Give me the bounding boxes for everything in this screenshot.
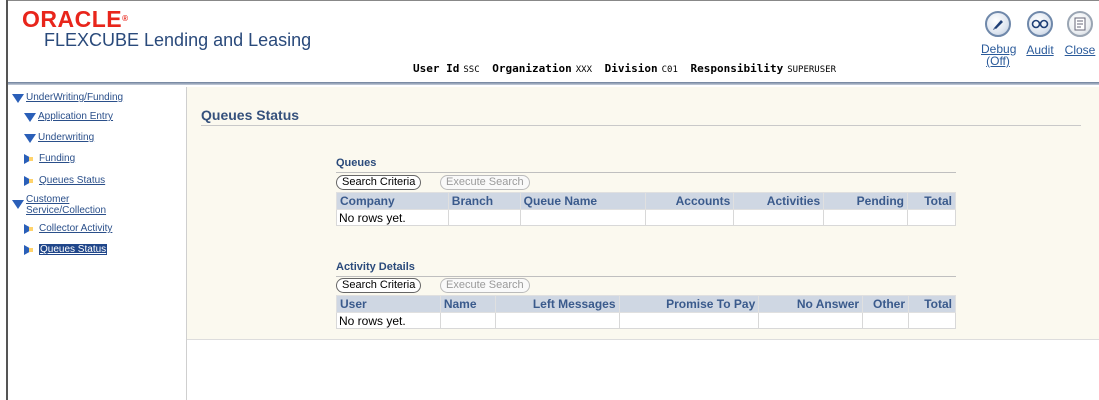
activity-search-criteria-button[interactable]: Search Criteria bbox=[336, 278, 422, 293]
page-title: Queues Status bbox=[201, 107, 300, 123]
app-header: ORACLE® FLEXCUBE Lending and Leasing Use… bbox=[8, 1, 1099, 81]
queues-section-rule bbox=[336, 172, 956, 173]
queues-table-header: Company Branch Queue Name Accounts Activ… bbox=[336, 192, 957, 210]
expanded-arrow-icon[interactable] bbox=[12, 200, 24, 209]
activity-details-section-rule bbox=[336, 276, 956, 277]
table-cell bbox=[618, 312, 760, 329]
activity-details-section-title: Activity Details bbox=[336, 261, 415, 273]
nav-application-entry[interactable]: Application Entry bbox=[24, 111, 113, 122]
user-id-label: User Id bbox=[413, 62, 460, 75]
nav-underwriting[interactable]: Underwriting bbox=[24, 132, 94, 143]
column-header[interactable]: Total bbox=[908, 295, 956, 313]
division-value: C01 bbox=[661, 65, 678, 75]
nav-collector-activity[interactable]: Collector Activity bbox=[24, 223, 112, 234]
column-header[interactable]: Name bbox=[439, 295, 496, 313]
column-header[interactable]: Promise To Pay bbox=[618, 295, 760, 313]
queues-section-title: Queues bbox=[336, 157, 377, 169]
division-label: Division bbox=[604, 62, 658, 75]
collapsed-arrow-icon[interactable] bbox=[24, 154, 37, 164]
queues-search-criteria-button[interactable]: Search Criteria bbox=[336, 175, 422, 190]
organization-value: XXX bbox=[575, 65, 592, 75]
global-buttons: Debug (Off) Audit Close bbox=[979, 11, 1099, 73]
nav-queues-status-collection[interactable]: Queues Status bbox=[24, 244, 108, 255]
page-title-rule bbox=[201, 125, 1081, 126]
oracle-logo: ORACLE® bbox=[22, 6, 129, 32]
nav-queues-status-selected-label[interactable]: Queues Status bbox=[39, 244, 108, 255]
empty-table-message: No rows yet. bbox=[336, 312, 441, 329]
collapsed-arrow-icon[interactable] bbox=[24, 224, 37, 234]
responsibility-label: Responsibility bbox=[690, 62, 784, 75]
debug-button[interactable]: Debug (Off) bbox=[981, 11, 1016, 67]
table-row: No rows yet. bbox=[336, 209, 957, 226]
nav-queues-status-label[interactable]: Queues Status bbox=[39, 175, 105, 186]
column-header[interactable]: Company bbox=[336, 192, 449, 210]
nav-funding[interactable]: Funding bbox=[24, 153, 75, 164]
main-content: Queues Status Queues Search Criteria Exe… bbox=[187, 87, 1099, 339]
debug-pen-icon[interactable] bbox=[985, 11, 1011, 37]
column-header[interactable]: Left Messages bbox=[494, 295, 620, 313]
table-cell bbox=[908, 312, 956, 329]
table-cell bbox=[519, 209, 647, 226]
column-header[interactable]: Pending bbox=[823, 192, 908, 210]
nav-underwriting-funding-label[interactable]: UnderWriting/Funding bbox=[26, 92, 123, 103]
user-context-bar: User Id SSC Organization XXX Division C01 R… bbox=[413, 62, 842, 75]
empty-table-message: No rows yet. bbox=[336, 209, 449, 226]
audit-button[interactable]: Audit bbox=[1025, 11, 1055, 56]
activity-table-header: User Name Left Messages Promise To Pay N… bbox=[336, 295, 956, 313]
queues-table: Company Branch Queue Name Accounts Activ… bbox=[336, 192, 957, 226]
column-header[interactable]: Accounts bbox=[645, 192, 735, 210]
column-header[interactable]: Other bbox=[862, 295, 910, 313]
activity-details-table: User Name Left Messages Promise To Pay N… bbox=[336, 295, 956, 329]
column-header[interactable]: No Answer bbox=[758, 295, 864, 313]
table-cell bbox=[906, 209, 957, 226]
responsibility-value: SUPERUSER bbox=[787, 65, 836, 75]
glasses-icon[interactable] bbox=[1027, 11, 1053, 37]
table-cell bbox=[439, 312, 496, 329]
close-link[interactable]: Close bbox=[1063, 44, 1097, 56]
column-header[interactable]: User bbox=[336, 295, 441, 313]
audit-link[interactable]: Audit bbox=[1025, 44, 1055, 56]
organization-label: Organization bbox=[492, 62, 572, 75]
nav-queues-status-underwriting[interactable]: Queues Status bbox=[24, 175, 105, 186]
product-name: FLEXCUBE Lending and Leasing bbox=[44, 30, 312, 50]
nav-underwriting-funding[interactable]: UnderWriting/Funding bbox=[12, 92, 123, 103]
table-cell bbox=[862, 312, 910, 329]
table-cell bbox=[494, 312, 620, 329]
header-divider bbox=[8, 82, 1099, 85]
table-cell bbox=[733, 209, 825, 226]
nav-customer-service-label[interactable]: Customer Service/Collection bbox=[26, 194, 136, 216]
table-cell bbox=[758, 312, 864, 329]
table-cell bbox=[447, 209, 521, 226]
content-footer-area bbox=[187, 339, 1099, 400]
nav-underwriting-label[interactable]: Underwriting bbox=[38, 132, 94, 143]
expanded-arrow-icon[interactable] bbox=[24, 113, 36, 122]
navigation-sidebar: UnderWriting/Funding Application Entry U… bbox=[8, 87, 186, 400]
debug-state-link[interactable]: (Off) bbox=[981, 55, 1015, 67]
close-button[interactable]: Close bbox=[1063, 11, 1097, 56]
expanded-arrow-icon[interactable] bbox=[24, 134, 36, 143]
nav-application-entry-label[interactable]: Application Entry bbox=[38, 111, 113, 122]
expanded-arrow-icon[interactable] bbox=[12, 94, 24, 103]
table-cell bbox=[823, 209, 908, 226]
column-header[interactable]: Branch bbox=[447, 192, 521, 210]
user-id-value: SSC bbox=[463, 65, 480, 75]
collapsed-arrow-icon[interactable] bbox=[24, 245, 37, 255]
column-header[interactable]: Total bbox=[906, 192, 957, 210]
column-header[interactable]: Queue Name bbox=[519, 192, 647, 210]
collapsed-arrow-icon[interactable] bbox=[24, 176, 37, 186]
table-cell bbox=[645, 209, 735, 226]
column-header[interactable]: Activities bbox=[733, 192, 825, 210]
document-close-icon[interactable] bbox=[1067, 11, 1093, 37]
table-row: No rows yet. bbox=[336, 312, 956, 329]
queues-execute-search-button[interactable]: Execute Search bbox=[440, 175, 530, 190]
activity-execute-search-button[interactable]: Execute Search bbox=[440, 278, 530, 293]
nav-collector-activity-label[interactable]: Collector Activity bbox=[39, 223, 112, 234]
nav-customer-service-collection[interactable]: Customer Service/Collection bbox=[12, 194, 136, 216]
nav-funding-label[interactable]: Funding bbox=[39, 153, 75, 164]
